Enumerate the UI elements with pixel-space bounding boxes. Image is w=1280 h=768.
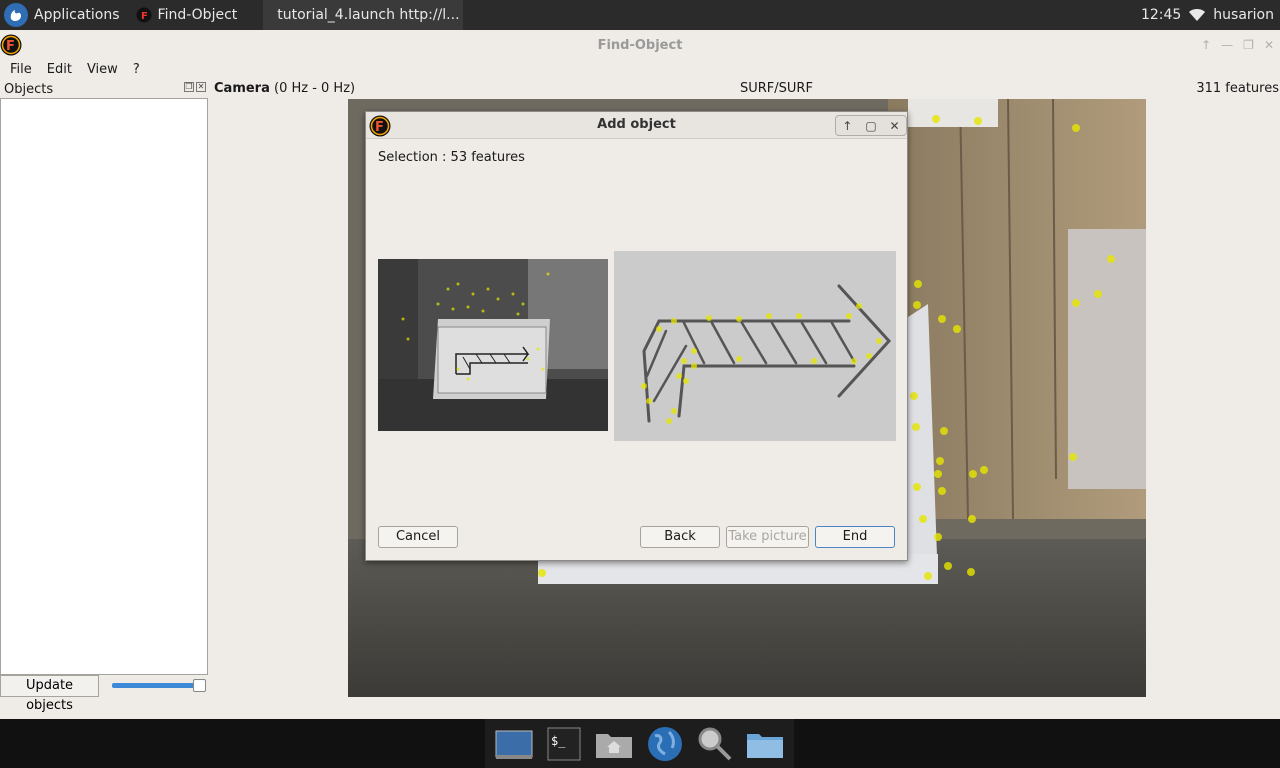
window-title: Find-Object [597,37,683,53]
files-folder-icon[interactable] [743,722,787,766]
dock-close-icon[interactable]: ✕ [196,82,206,92]
taskbar-terminal[interactable]: tutorial_4.launch http://l... [263,0,464,30]
show-desktop-icon[interactable] [492,722,536,766]
terminal-icon[interactable]: $_ [542,722,586,766]
dialog-titlebar[interactable]: F Add object ↑ ▢ ✕ [366,112,907,139]
selection-source-image[interactable] [378,259,608,431]
source-thumbnail [378,259,608,431]
menu-file[interactable]: File [5,62,37,77]
end-button[interactable]: End [815,526,895,548]
menu-bar: File Edit View ? [0,60,1280,78]
selected-object-image[interactable] [614,251,896,441]
clock[interactable]: 12:45 [1141,7,1181,23]
algorithm-label: SURF/SURF [740,81,813,96]
web-browser-icon[interactable] [643,722,687,766]
home-folder-icon[interactable] [592,722,636,766]
svg-text:$_: $_ [551,734,566,748]
back-button[interactable]: Back [640,526,720,548]
update-objects-button[interactable]: Update objects [0,675,99,713]
camera-title: Camera [214,81,270,96]
top-panel: Applications F Find-Object tutorial_4.la… [0,0,1280,30]
objects-list[interactable] [0,98,208,675]
taskbar-find-object-label: Find-Object [157,7,238,23]
dialog-close-icon[interactable]: ✕ [890,119,900,133]
dialog-maximize-icon[interactable]: ▢ [865,119,876,133]
objects-size-slider[interactable] [112,679,206,692]
dock-float-icon[interactable]: ❐ [184,82,194,92]
objects-dock-header: Objects ❐ ✕ [0,80,208,98]
camera-header: Camera (0 Hz - 0 Hz) SURF/SURF 311 featu… [208,80,1280,98]
dialog-title: Add object [597,117,676,132]
take-picture-button: Take picture [726,526,809,548]
objects-title: Objects [4,81,54,97]
keep-above-icon[interactable]: ↑ [1201,38,1211,52]
object-thumbnail [614,251,896,441]
menu-edit[interactable]: Edit [42,62,77,77]
applications-menu[interactable]: Applications [0,0,128,30]
features-count: 311 features [1196,81,1279,96]
slider-track [112,683,202,688]
find-object-icon: F [136,7,152,23]
window-titlebar[interactable]: F Find-Object ↑ — ❐ ✕ [0,30,1280,60]
cancel-button[interactable]: Cancel [378,526,458,548]
camera-label: Camera (0 Hz - 0 Hz) [214,81,355,96]
dialog-keep-above-icon[interactable]: ↑ [842,119,852,133]
dialog-controls: ↑ ▢ ✕ [835,115,907,136]
xfce-logo-icon [4,3,28,27]
search-icon[interactable] [693,722,737,766]
svg-text:F: F [141,11,148,22]
wifi-icon[interactable] [1187,7,1207,23]
menu-view[interactable]: View [82,62,123,77]
taskbar-find-object[interactable]: F Find-Object [128,0,246,30]
slider-handle[interactable] [193,679,206,692]
menu-help[interactable]: ? [128,62,145,77]
user-menu[interactable]: husarion [1213,7,1274,23]
maximize-icon[interactable]: ❐ [1243,38,1254,52]
taskbar-terminal-label: tutorial_4.launch http://l... [277,7,460,23]
applications-label: Applications [34,7,120,23]
selection-text: Selection : 53 features [378,150,525,165]
minimize-icon[interactable]: — [1221,38,1233,52]
close-icon[interactable]: ✕ [1264,38,1274,52]
dock: $_ [485,719,794,768]
camera-rate: (0 Hz - 0 Hz) [274,81,356,96]
add-object-dialog: F Add object ↑ ▢ ✕ Selection : 53 featur… [365,111,908,561]
